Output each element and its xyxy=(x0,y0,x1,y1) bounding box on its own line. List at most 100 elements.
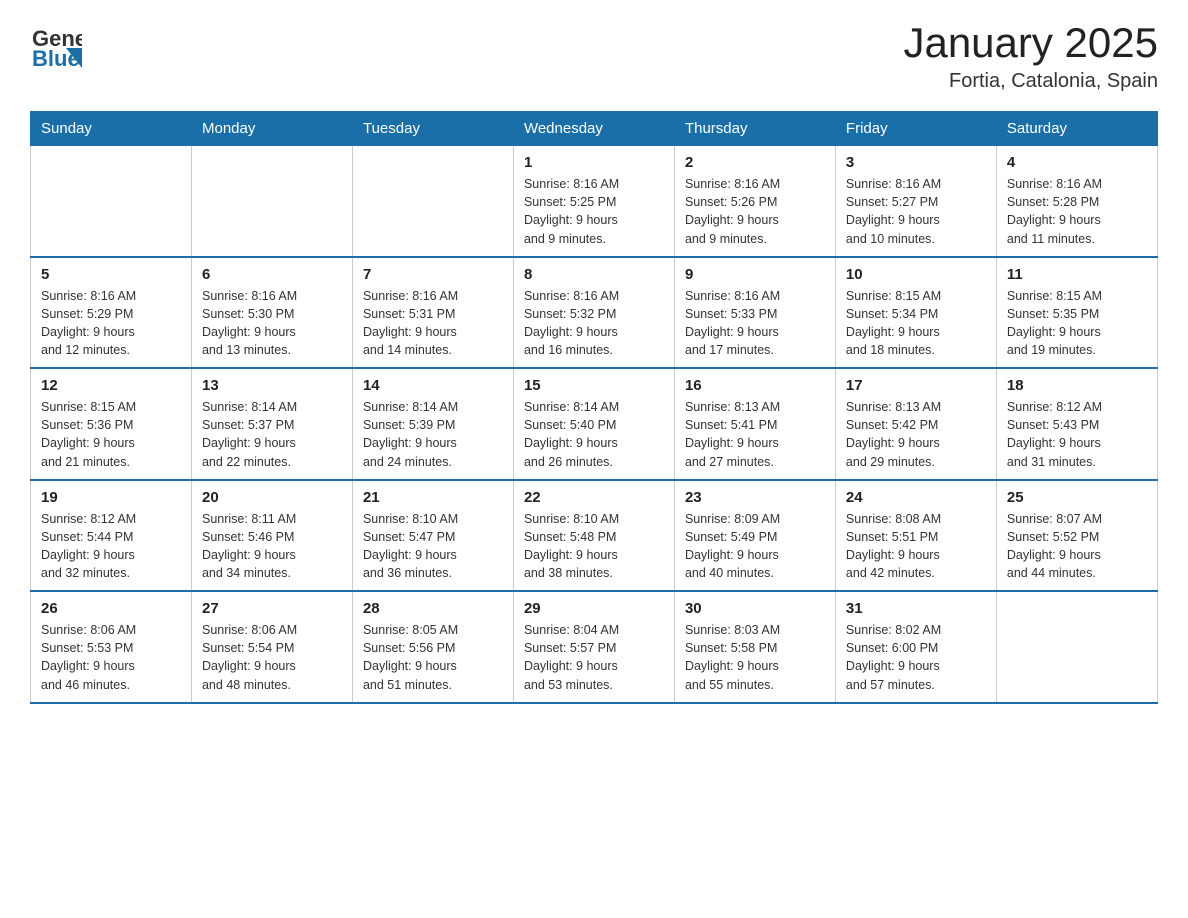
day-number: 1 xyxy=(524,154,664,171)
empty-day-cell xyxy=(31,146,192,257)
day-number: 11 xyxy=(1007,266,1147,283)
weekday-header-tuesday: Tuesday xyxy=(352,112,513,146)
day-info: Sunrise: 8:04 AM Sunset: 5:57 PM Dayligh… xyxy=(524,621,664,694)
empty-day-cell xyxy=(996,591,1157,703)
day-info: Sunrise: 8:16 AM Sunset: 5:25 PM Dayligh… xyxy=(524,175,664,248)
day-info: Sunrise: 8:16 AM Sunset: 5:26 PM Dayligh… xyxy=(685,175,825,248)
weekday-header-friday: Friday xyxy=(835,112,996,146)
svg-text:Blue: Blue xyxy=(32,46,80,71)
day-number: 5 xyxy=(41,266,181,283)
day-number: 9 xyxy=(685,266,825,283)
calendar-day-21: 21Sunrise: 8:10 AM Sunset: 5:47 PM Dayli… xyxy=(352,480,513,592)
calendar-header: SundayMondayTuesdayWednesdayThursdayFrid… xyxy=(31,112,1158,146)
day-number: 28 xyxy=(363,600,503,617)
calendar-day-13: 13Sunrise: 8:14 AM Sunset: 5:37 PM Dayli… xyxy=(191,368,352,480)
day-number: 20 xyxy=(202,489,342,506)
day-number: 23 xyxy=(685,489,825,506)
calendar-day-14: 14Sunrise: 8:14 AM Sunset: 5:39 PM Dayli… xyxy=(352,368,513,480)
day-info: Sunrise: 8:06 AM Sunset: 5:54 PM Dayligh… xyxy=(202,621,342,694)
calendar-week-row: 12 Sunrise: 8:15 AM Sunset: 5:36 PM Dayli… xyxy=(31,368,1158,480)
day-info: Sunrise: 8:15 AM Sunset: 5:35 PM Dayligh… xyxy=(1007,287,1147,360)
day-number: 3 xyxy=(846,154,986,171)
calendar-week-row: 19Sunrise: 8:12 AM Sunset: 5:44 PM Dayli… xyxy=(31,480,1158,592)
day-info: Sunrise: 8:03 AM Sunset: 5:58 PM Dayligh… xyxy=(685,621,825,694)
day-number: 21 xyxy=(363,489,503,506)
calendar-day-24: 24 Sunrise: 8:08 AM Sunset: 5:51 PM Dayli… xyxy=(835,480,996,592)
empty-day-cell xyxy=(191,146,352,257)
day-info: Sunrise: 8:11 AM Sunset: 5:46 PM Dayligh… xyxy=(202,510,342,583)
day-number: 30 xyxy=(685,600,825,617)
calendar-table: SundayMondayTuesdayWednesdayThursdayFrid… xyxy=(30,111,1158,704)
weekday-header-thursday: Thursday xyxy=(674,112,835,146)
day-info: Sunrise: 8:05 AM Sunset: 5:56 PM Dayligh… xyxy=(363,621,503,694)
day-number: 6 xyxy=(202,266,342,283)
calendar-day-5: 5 Sunrise: 8:16 AM Sunset: 5:29 PM Daylig… xyxy=(31,257,192,369)
day-number: 27 xyxy=(202,600,342,617)
day-number: 26 xyxy=(41,600,181,617)
calendar-day-11: 11 Sunrise: 8:15 AM Sunset: 5:35 PM Dayli… xyxy=(996,257,1157,369)
logo-icon: General Blue xyxy=(30,20,82,72)
calendar-day-6: 6 Sunrise: 8:16 AM Sunset: 5:30 PM Daylig… xyxy=(191,257,352,369)
logo: General Blue xyxy=(30,20,82,72)
day-info: Sunrise: 8:14 AM Sunset: 5:37 PM Dayligh… xyxy=(202,398,342,471)
weekday-header-sunday: Sunday xyxy=(31,112,192,146)
day-info: Sunrise: 8:13 AM Sunset: 5:41 PM Dayligh… xyxy=(685,398,825,471)
page-header: General Blue January 2025 Fortia, Catalo… xyxy=(30,20,1158,93)
calendar-day-25: 25 Sunrise: 8:07 AM Sunset: 5:52 PM Dayli… xyxy=(996,480,1157,592)
day-info: Sunrise: 8:16 AM Sunset: 5:28 PM Dayligh… xyxy=(1007,175,1147,248)
calendar-day-19: 19Sunrise: 8:12 AM Sunset: 5:44 PM Dayli… xyxy=(31,480,192,592)
calendar-day-28: 28 Sunrise: 8:05 AM Sunset: 5:56 PM Dayli… xyxy=(352,591,513,703)
day-info: Sunrise: 8:16 AM Sunset: 5:29 PM Dayligh… xyxy=(41,287,181,360)
day-number: 29 xyxy=(524,600,664,617)
day-number: 31 xyxy=(846,600,986,617)
day-info: Sunrise: 8:16 AM Sunset: 5:30 PM Dayligh… xyxy=(202,287,342,360)
weekday-header-saturday: Saturday xyxy=(996,112,1157,146)
calendar-week-row: 26Sunrise: 8:06 AM Sunset: 5:53 PM Dayli… xyxy=(31,591,1158,703)
calendar-week-row: 1 Sunrise: 8:16 AM Sunset: 5:25 PM Daylig… xyxy=(31,146,1158,257)
day-number: 12 xyxy=(41,377,181,394)
calendar-day-27: 27 Sunrise: 8:06 AM Sunset: 5:54 PM Dayli… xyxy=(191,591,352,703)
calendar-day-30: 30 Sunrise: 8:03 AM Sunset: 5:58 PM Dayli… xyxy=(674,591,835,703)
day-info: Sunrise: 8:10 AM Sunset: 5:48 PM Dayligh… xyxy=(524,510,664,583)
title-block: January 2025 Fortia, Catalonia, Spain xyxy=(903,20,1158,93)
day-info: Sunrise: 8:15 AM Sunset: 5:34 PM Dayligh… xyxy=(846,287,986,360)
day-number: 25 xyxy=(1007,489,1147,506)
calendar-day-15: 15 Sunrise: 8:14 AM Sunset: 5:40 PM Dayli… xyxy=(513,368,674,480)
weekday-header-monday: Monday xyxy=(191,112,352,146)
day-number: 7 xyxy=(363,266,503,283)
calendar-day-2: 2 Sunrise: 8:16 AM Sunset: 5:26 PM Daylig… xyxy=(674,146,835,257)
calendar-day-23: 23Sunrise: 8:09 AM Sunset: 5:49 PM Dayli… xyxy=(674,480,835,592)
day-number: 24 xyxy=(846,489,986,506)
day-info: Sunrise: 8:16 AM Sunset: 5:33 PM Dayligh… xyxy=(685,287,825,360)
day-number: 2 xyxy=(685,154,825,171)
day-info: Sunrise: 8:08 AM Sunset: 5:51 PM Dayligh… xyxy=(846,510,986,583)
day-info: Sunrise: 8:16 AM Sunset: 5:27 PM Dayligh… xyxy=(846,175,986,248)
calendar-day-1: 1 Sunrise: 8:16 AM Sunset: 5:25 PM Daylig… xyxy=(513,146,674,257)
calendar-day-7: 7Sunrise: 8:16 AM Sunset: 5:31 PM Daylig… xyxy=(352,257,513,369)
calendar-week-row: 5 Sunrise: 8:16 AM Sunset: 5:29 PM Daylig… xyxy=(31,257,1158,369)
day-info: Sunrise: 8:13 AM Sunset: 5:42 PM Dayligh… xyxy=(846,398,986,471)
day-number: 22 xyxy=(524,489,664,506)
calendar-day-4: 4 Sunrise: 8:16 AM Sunset: 5:28 PM Daylig… xyxy=(996,146,1157,257)
day-number: 4 xyxy=(1007,154,1147,171)
calendar-day-8: 8Sunrise: 8:16 AM Sunset: 5:32 PM Daylig… xyxy=(513,257,674,369)
calendar-day-29: 29 Sunrise: 8:04 AM Sunset: 5:57 PM Dayli… xyxy=(513,591,674,703)
day-info: Sunrise: 8:02 AM Sunset: 6:00 PM Dayligh… xyxy=(846,621,986,694)
day-number: 14 xyxy=(363,377,503,394)
day-number: 19 xyxy=(41,489,181,506)
day-number: 17 xyxy=(846,377,986,394)
day-info: Sunrise: 8:15 AM Sunset: 5:36 PM Dayligh… xyxy=(41,398,181,471)
day-info: Sunrise: 8:07 AM Sunset: 5:52 PM Dayligh… xyxy=(1007,510,1147,583)
day-number: 16 xyxy=(685,377,825,394)
day-number: 15 xyxy=(524,377,664,394)
calendar-day-17: 17 Sunrise: 8:13 AM Sunset: 5:42 PM Dayli… xyxy=(835,368,996,480)
day-number: 10 xyxy=(846,266,986,283)
weekday-header-wednesday: Wednesday xyxy=(513,112,674,146)
calendar-day-22: 22 Sunrise: 8:10 AM Sunset: 5:48 PM Dayli… xyxy=(513,480,674,592)
day-info: Sunrise: 8:14 AM Sunset: 5:40 PM Dayligh… xyxy=(524,398,664,471)
page-subtitle: Fortia, Catalonia, Spain xyxy=(903,70,1158,93)
calendar-day-31: 31 Sunrise: 8:02 AM Sunset: 6:00 PM Dayli… xyxy=(835,591,996,703)
calendar-day-10: 10 Sunrise: 8:15 AM Sunset: 5:34 PM Dayli… xyxy=(835,257,996,369)
calendar-day-12: 12 Sunrise: 8:15 AM Sunset: 5:36 PM Dayli… xyxy=(31,368,192,480)
calendar-day-9: 9 Sunrise: 8:16 AM Sunset: 5:33 PM Daylig… xyxy=(674,257,835,369)
